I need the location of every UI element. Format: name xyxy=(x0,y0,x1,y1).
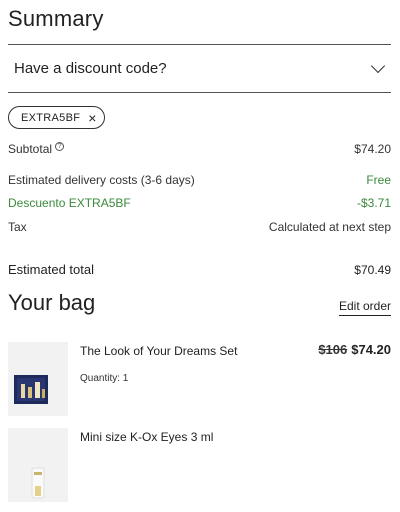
product-image[interactable] xyxy=(8,342,68,416)
remove-discount-icon[interactable]: × xyxy=(88,111,96,125)
discount-value: -$3.71 xyxy=(356,196,391,210)
estimated-total-label: Estimated total xyxy=(8,262,94,277)
product-name[interactable]: The Look of Your Dreams Set xyxy=(80,344,237,358)
discount-code-label: Have a discount code? xyxy=(14,60,167,77)
divider xyxy=(8,92,391,93)
discount-row: Descuento EXTRA5BF -$3.71 xyxy=(8,196,391,210)
product-image[interactable] xyxy=(8,428,68,502)
original-price: $106 xyxy=(318,342,348,357)
subtotal-row: Subtotal? $74.20 xyxy=(8,142,391,156)
bag-title: Your bag xyxy=(8,290,96,315)
help-icon[interactable]: ? xyxy=(55,142,65,151)
estimated-total-row: Estimated total $70.49 xyxy=(8,262,391,277)
discount-label: Descuento EXTRA5BF xyxy=(8,196,131,210)
applied-discount-chip: EXTRA5BF × xyxy=(8,106,106,129)
tax-row: Tax Calculated at next step xyxy=(8,220,391,234)
delivery-value: Free xyxy=(366,173,391,187)
discount-code-toggle[interactable]: Have a discount code? xyxy=(8,45,391,92)
product-quantity: Quantity: 1 xyxy=(80,373,129,384)
sale-price: $74.20 xyxy=(351,342,391,357)
applied-discount-code: EXTRA5BF xyxy=(21,111,81,124)
subtotal-label: Subtotal xyxy=(8,142,53,156)
product-name[interactable]: Mini size K-Ox Eyes 3 ml xyxy=(80,430,213,444)
subtotal-value: $74.20 xyxy=(354,142,391,156)
delivery-label: Estimated delivery costs (3-6 days) xyxy=(8,173,195,187)
bag-item: The Look of Your Dreams Set Quantity: 1 … xyxy=(8,342,391,418)
delivery-row: Estimated delivery costs (3-6 days) Free xyxy=(8,173,391,187)
tax-label: Tax xyxy=(8,220,27,234)
edit-order-link[interactable]: Edit order xyxy=(338,299,391,316)
summary-title: Summary xyxy=(8,6,104,31)
estimated-total-value: $70.49 xyxy=(354,263,391,277)
bag-item: Mini size K-Ox Eyes 3 ml xyxy=(8,428,391,504)
product-price: $106 $74.20 xyxy=(318,342,391,357)
chevron-down-icon xyxy=(370,58,386,74)
tax-value: Calculated at next step xyxy=(268,220,391,234)
